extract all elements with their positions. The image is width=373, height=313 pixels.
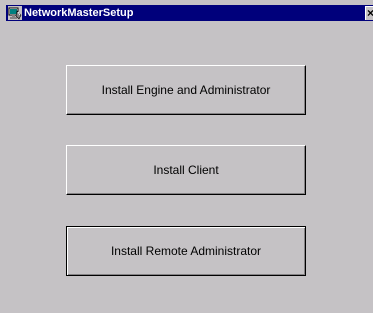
- title-bar[interactable]: NetworkMasterSetup ×: [6, 5, 373, 21]
- install-engine-admin-button[interactable]: Install Engine and Administrator: [66, 65, 306, 115]
- install-remote-admin-button[interactable]: Install Remote Administrator: [66, 226, 306, 276]
- install-client-button[interactable]: Install Client: [66, 145, 306, 195]
- setup-window: NetworkMasterSetup × Install Engine and …: [0, 0, 373, 313]
- setup-app-icon[interactable]: [8, 6, 22, 20]
- client-area: Install Engine and Administrator Install…: [6, 21, 373, 313]
- close-icon: ×: [367, 7, 373, 20]
- close-button[interactable]: ×: [365, 6, 373, 20]
- window-title: NetworkMasterSetup: [24, 7, 134, 19]
